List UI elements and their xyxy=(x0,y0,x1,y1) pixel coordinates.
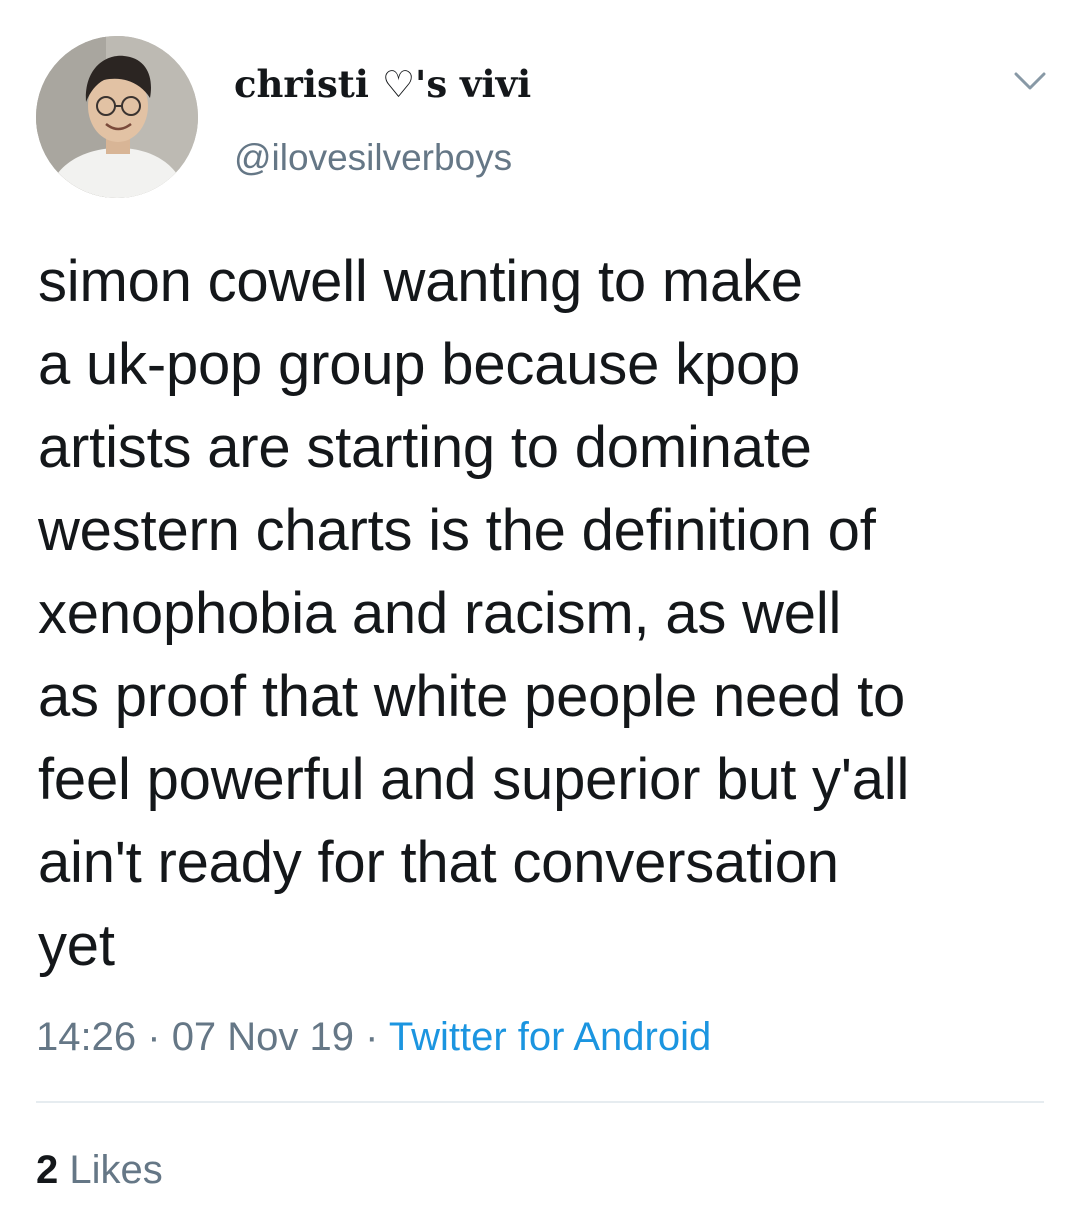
avatar-photo xyxy=(36,36,198,198)
tweet-text: simon cowell wanting to make a uk-pop gr… xyxy=(38,249,910,978)
divider xyxy=(36,1101,1044,1103)
likes-number: 2 xyxy=(36,1148,59,1192)
tweet-time[interactable]: 14:26 xyxy=(36,1015,136,1059)
avatar[interactable] xyxy=(36,36,198,198)
tweet-source-link[interactable]: Twitter for Android xyxy=(389,1015,711,1059)
likes-label: Likes xyxy=(69,1148,163,1192)
likes-count[interactable]: 2 Likes xyxy=(36,1145,163,1195)
author-handle[interactable]: @ilovesilverboys xyxy=(234,135,512,181)
chevron-down-icon-graphic xyxy=(1014,72,1046,90)
tweet-metadata: 14:26 · 07 Nov 19 · Twitter for Android xyxy=(36,1012,711,1062)
author-display-name[interactable]: christi ♡'s vivi xyxy=(234,60,531,108)
chevron-down-icon[interactable] xyxy=(1006,64,1054,100)
tweet-date[interactable]: 07 Nov 19 xyxy=(172,1015,354,1059)
meta-separator: · xyxy=(365,1015,379,1059)
meta-separator: · xyxy=(147,1015,161,1059)
